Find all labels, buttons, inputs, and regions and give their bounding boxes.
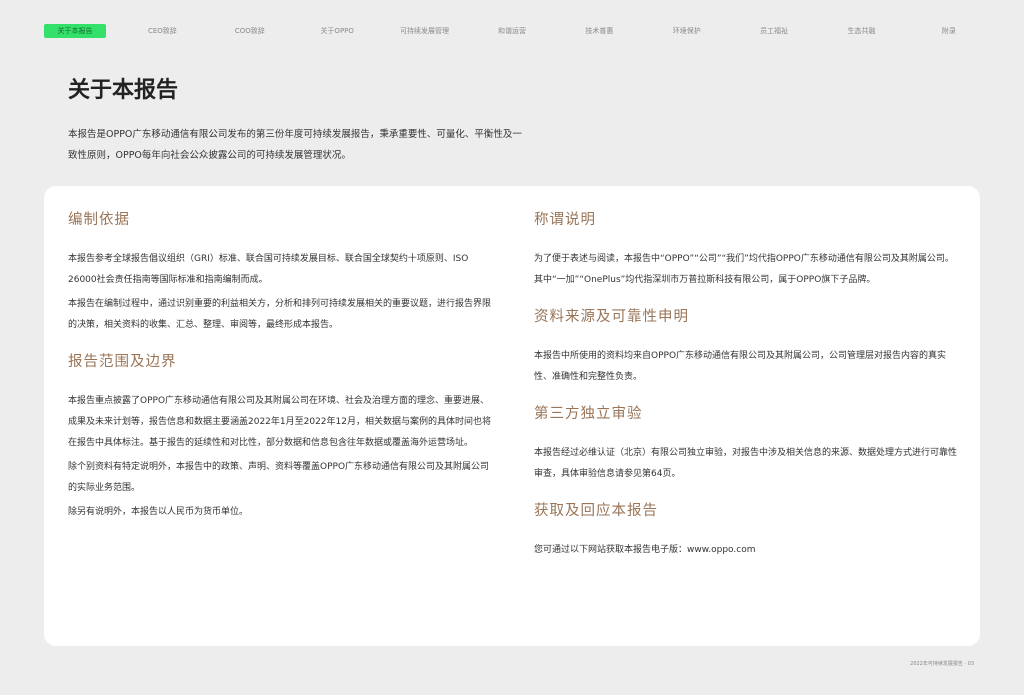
nav-sustainability[interactable]: 可持续发展管理 <box>394 24 456 38</box>
section-basis: 编制依据 本报告参考全球报告倡议组织（GRI）标准、联合国可持续发展目标、联合国… <box>68 208 498 336</box>
paragraph: 本报告中所使用的资料均来自OPPO广东移动通信有限公司及其附属公司，公司管理层对… <box>534 351 947 382</box>
paragraph: 本报告在编制过程中，通过识别重要的利益相关方，分析和排列可持续发展相关的重要议题… <box>68 299 492 330</box>
page-footer: 2022年可持续发展报告 · 03 <box>910 661 974 667</box>
section-heading: 报告范围及边界 <box>68 354 177 370</box>
nav-ceo[interactable]: CEO致辞 <box>131 24 193 38</box>
paragraph: 除个别资料有特定说明外，本报告中的政策、声明、资料等覆盖OPPO广东移动通信有限… <box>68 462 490 493</box>
right-column: 称谓说明 为了便于表述与阅读，本报告中“OPPO”“公司”“我们”均代指OPPO… <box>534 208 959 575</box>
section-scope: 报告范围及边界 本报告重点披露了OPPO广东移动通信有限公司及其附属公司在环境、… <box>68 350 498 523</box>
paragraph: 为了便于表述与阅读，本报告中“OPPO”“公司”“我们”均代指OPPO广东移动通… <box>534 254 954 285</box>
left-column: 编制依据 本报告参考全球报告倡议组织（GRI）标准、联合国可持续发展目标、联合国… <box>68 208 498 537</box>
section-heading: 编制依据 <box>68 212 130 228</box>
nav-ecosystem[interactable]: 生态共融 <box>831 24 893 38</box>
page-title: 关于本报告 <box>68 78 179 103</box>
section-assurance: 第三方独立审验 本报告经过必维认证（北京）有限公司独立审验，对报告中涉及相关信息… <box>534 402 959 485</box>
nav-appendix[interactable]: 附录 <box>918 24 980 38</box>
section-heading: 资料来源及可靠性申明 <box>534 309 689 325</box>
nav-technology[interactable]: 技术普惠 <box>568 24 630 38</box>
nav-employees[interactable]: 员工福祉 <box>743 24 805 38</box>
intro-text: 本报告是OPPO广东移动通信有限公司发布的第三份年度可持续发展报告，秉承重要性、… <box>68 129 522 161</box>
content-card: 编制依据 本报告参考全球报告倡议组织（GRI）标准、联合国可持续发展目标、联合国… <box>44 186 980 646</box>
nav-about-report[interactable]: 关于本报告 <box>44 24 106 38</box>
paragraph: 除另有说明外，本报告以人民币为货币单位。 <box>68 507 249 517</box>
nav-environment[interactable]: 环境保护 <box>656 24 718 38</box>
paragraph: 您可通过以下网站获取本报告电子版：www.oppo.com <box>534 545 756 555</box>
paragraph: 本报告重点披露了OPPO广东移动通信有限公司及其附属公司在环境、社会及治理方面的… <box>68 396 491 448</box>
section-heading: 称谓说明 <box>534 212 596 228</box>
section-sources: 资料来源及可靠性申明 本报告中所使用的资料均来自OPPO广东移动通信有限公司及其… <box>534 305 959 388</box>
paragraph: 本报告参考全球报告倡议组织（GRI）标准、联合国可持续发展目标、联合国全球契约十… <box>68 254 469 285</box>
nav-coo[interactable]: COO致辞 <box>219 24 281 38</box>
section-heading: 第三方独立审验 <box>534 406 643 422</box>
nav-about-oppo[interactable]: 关于OPPO <box>306 24 368 38</box>
nav-operations[interactable]: 和谐运营 <box>481 24 543 38</box>
paragraph: 本报告经过必维认证（北京）有限公司独立审验，对报告中涉及相关信息的来源、数据处理… <box>534 448 958 479</box>
section-access: 获取及回应本报告 您可通过以下网站获取本报告电子版：www.oppo.com <box>534 499 959 561</box>
section-terms: 称谓说明 为了便于表述与阅读，本报告中“OPPO”“公司”“我们”均代指OPPO… <box>534 208 959 291</box>
top-nav: 关于本报告 CEO致辞 COO致辞 关于OPPO 可持续发展管理 和谐运营 技术… <box>44 24 980 38</box>
section-heading: 获取及回应本报告 <box>534 503 658 519</box>
